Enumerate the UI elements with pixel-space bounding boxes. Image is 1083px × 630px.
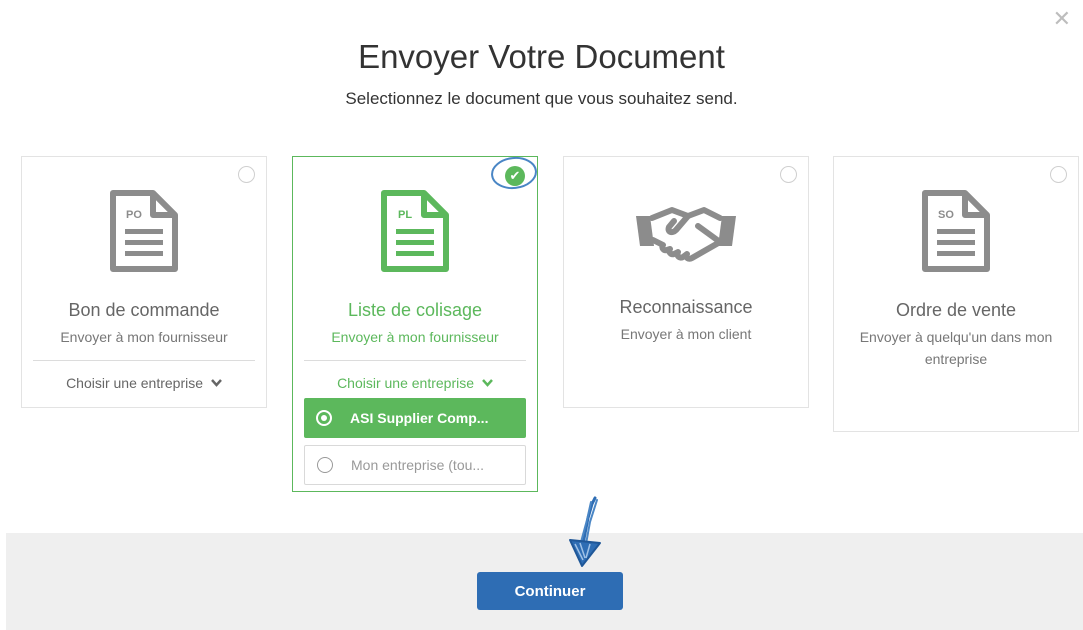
- document-pl-icon: PL: [381, 190, 449, 272]
- card-subtitle: Envoyer à quelqu'un dans mon entreprise: [859, 329, 1053, 367]
- card-divider: [304, 360, 526, 361]
- document-so-icon: SO: [922, 190, 990, 272]
- card-subtitle: Envoyer à mon client: [620, 326, 752, 342]
- chevron-down-icon: [210, 379, 222, 387]
- company-option-label: Mon entreprise (tou...: [351, 457, 485, 473]
- card-title: Reconnaissance: [619, 297, 753, 317]
- card-acknowledgement[interactable]: Reconnaissance Envoyer à mon client: [563, 156, 809, 408]
- card-purchase-order[interactable]: PO Bon de commande Envoyer à mon fournis…: [21, 156, 267, 408]
- choose-company-dropdown[interactable]: Choisir une entreprise: [293, 375, 537, 391]
- card-radio[interactable]: [1050, 166, 1067, 183]
- choose-company-label: Choisir une entreprise: [337, 375, 475, 391]
- card-radio[interactable]: [780, 166, 797, 183]
- doc-code-label: SO: [938, 209, 954, 221]
- card-packing-list[interactable]: ✔ PL Liste de colisage Envoyer à mon fou…: [292, 156, 538, 492]
- card-radio[interactable]: [238, 166, 255, 183]
- radio-selected-icon: [316, 410, 332, 426]
- modal-subtitle: Selectionnez le document que vous souhai…: [345, 89, 738, 108]
- company-option-mon-entreprise[interactable]: Mon entreprise (tou...: [304, 445, 526, 485]
- card-divider: [33, 360, 255, 361]
- modal-title: Envoyer Votre Document: [358, 38, 725, 75]
- company-option-asi-supplier[interactable]: ASI Supplier Comp...: [304, 398, 526, 438]
- choose-company-label: Choisir une entreprise: [66, 375, 204, 391]
- chevron-down-icon: [481, 379, 493, 387]
- document-po-icon: PO: [110, 190, 178, 272]
- check-circle-icon[interactable]: ✔: [505, 166, 525, 186]
- card-sales-order[interactable]: SO Ordre de vente Envoyer à quelqu'un da…: [833, 156, 1079, 432]
- choose-company-dropdown[interactable]: Choisir une entreprise: [22, 375, 266, 391]
- continue-button[interactable]: Continuer: [477, 572, 623, 610]
- card-title: Bon de commande: [68, 300, 220, 320]
- doc-code-label: PO: [126, 209, 142, 221]
- close-icon[interactable]: ✕: [1053, 8, 1071, 30]
- handshake-icon: [636, 207, 736, 262]
- company-option-label: ASI Supplier Comp...: [350, 410, 489, 426]
- card-title: Liste de colisage: [347, 300, 483, 320]
- hand-drawn-arrow-annotation: [569, 496, 601, 567]
- card-subtitle: Envoyer à mon fournisseur: [331, 329, 499, 345]
- radio-empty-icon: [317, 457, 333, 473]
- card-title: Ordre de vente: [895, 300, 1017, 320]
- doc-code-label: PL: [398, 209, 412, 221]
- card-subtitle: Envoyer à mon fournisseur: [60, 329, 228, 345]
